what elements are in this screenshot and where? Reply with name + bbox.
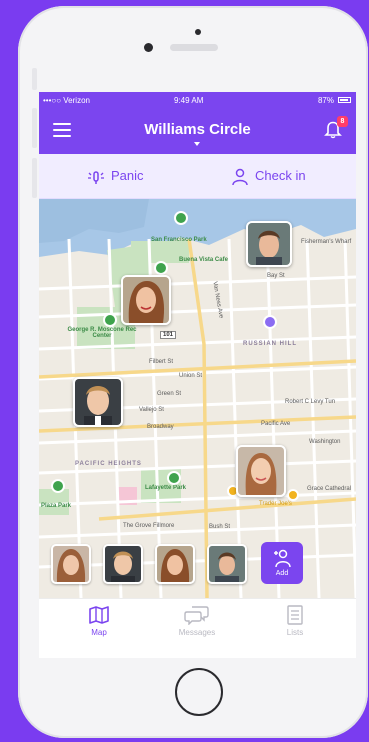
check-in-label: Check in bbox=[255, 168, 306, 183]
map-label-bay-st: Bay St bbox=[267, 273, 285, 279]
map-label-filbert-st: Filbert St bbox=[149, 359, 174, 365]
member-avatar-map[interactable] bbox=[236, 445, 286, 497]
carrier-signal: •••○○ Verizon bbox=[43, 96, 90, 105]
map-label-washington: Washington bbox=[309, 439, 341, 445]
panic-label: Panic bbox=[111, 168, 144, 183]
front-camera bbox=[144, 43, 153, 52]
map-view[interactable]: San Francisco Park Buena Vista Cafe Fish… bbox=[39, 199, 356, 598]
chat-bubbles-icon bbox=[184, 606, 209, 625]
park-pin-icon[interactable] bbox=[51, 479, 65, 493]
add-label: Add bbox=[275, 570, 289, 577]
member-avatar-map[interactable] bbox=[121, 275, 171, 325]
quick-actions-bar: Panic Check in bbox=[39, 154, 356, 199]
tab-map-label: Map bbox=[91, 628, 107, 637]
person-icon bbox=[232, 168, 248, 185]
shop-pin-icon[interactable] bbox=[287, 489, 299, 501]
map-label-robert-levy: Robert C Levy Tun bbox=[285, 399, 336, 405]
landmark-pin-icon[interactable] bbox=[263, 315, 277, 329]
panic-button[interactable]: Panic bbox=[87, 154, 144, 198]
earpiece-speaker bbox=[170, 44, 218, 51]
tab-messages[interactable]: Messages bbox=[157, 605, 237, 637]
volume-down-button bbox=[32, 158, 37, 198]
map-label-lafayette-park: Lafayette Park bbox=[145, 485, 187, 491]
member-avatar[interactable] bbox=[103, 544, 143, 584]
clock: 9:49 AM bbox=[174, 96, 204, 105]
map-label-fishermans-wharf: Fisherman's Wharf bbox=[301, 239, 352, 245]
app-screen: •••○○ Verizon 9:49 AM 87% Williams Circl… bbox=[39, 92, 356, 658]
tab-lists[interactable]: Lists bbox=[255, 605, 335, 637]
map-label-bush-st: Bush St bbox=[209, 524, 231, 530]
member-avatar[interactable] bbox=[155, 544, 195, 584]
map-label-vallejo-st: Vallejo St bbox=[139, 407, 164, 413]
proximity-sensor bbox=[195, 29, 201, 35]
map-label-pacific-heights: PACIFIC HEIGHTS bbox=[75, 461, 142, 467]
mute-switch bbox=[32, 68, 37, 90]
app-header: Williams Circle 8 bbox=[39, 108, 356, 154]
status-bar: •••○○ Verizon 9:49 AM 87% bbox=[39, 92, 356, 108]
map-label-broadway: Broadway bbox=[147, 424, 174, 430]
map-label-grace-cathedral: Grace Cathedral bbox=[307, 486, 352, 492]
list-icon bbox=[287, 605, 303, 625]
map-label-union-st: Union St bbox=[179, 373, 203, 379]
member-avatar[interactable] bbox=[51, 544, 91, 584]
check-in-button[interactable]: Check in bbox=[231, 154, 306, 198]
map-label-plaza-park: Plaza Park bbox=[41, 503, 72, 509]
park-pin-icon[interactable] bbox=[167, 471, 181, 485]
route-101-shield: 101 bbox=[160, 331, 177, 339]
tab-map[interactable]: Map bbox=[59, 605, 139, 637]
map-label-george-rec: George R. Moscone Rec Center bbox=[67, 327, 137, 339]
add-person-icon bbox=[274, 549, 291, 568]
map-label-pacific-ave: Pacific Ave bbox=[261, 421, 291, 427]
member-avatar[interactable] bbox=[207, 544, 247, 584]
circle-title[interactable]: Williams Circle bbox=[119, 121, 276, 138]
park-pin-icon[interactable] bbox=[154, 261, 168, 275]
members-strip: Add bbox=[39, 540, 356, 590]
tab-bar: Map Messages Lists bbox=[39, 598, 356, 658]
map-label-trader-joes: Trader Joe's bbox=[259, 501, 292, 507]
park-pin-icon[interactable] bbox=[174, 211, 188, 225]
add-member-button[interactable]: Add bbox=[261, 542, 303, 584]
notification-badge: 8 bbox=[337, 116, 348, 127]
map-icon bbox=[89, 606, 109, 624]
park-pin-icon[interactable] bbox=[103, 313, 117, 327]
battery-icon bbox=[338, 97, 351, 103]
map-label-sf-park: San Francisco Park bbox=[151, 237, 207, 243]
battery-percent: 87% bbox=[317, 96, 334, 105]
tab-lists-label: Lists bbox=[286, 628, 304, 637]
menu-icon[interactable] bbox=[53, 123, 71, 137]
chevron-down-icon[interactable] bbox=[194, 142, 200, 146]
map-label-grove-fillmore: The Grove Fillmore bbox=[123, 523, 175, 529]
map-label-green-st: Green St bbox=[157, 391, 182, 397]
volume-up-button bbox=[32, 108, 37, 148]
home-button[interactable] bbox=[175, 668, 223, 716]
member-avatar-map[interactable] bbox=[73, 377, 123, 427]
alarm-icon bbox=[88, 170, 104, 184]
tab-messages-label: Messages bbox=[178, 628, 216, 637]
map-label-russian-hill: RUSSIAN HILL bbox=[243, 341, 297, 347]
map-label-buena-vista: Buena Vista Cafe bbox=[179, 257, 228, 263]
member-avatar-map[interactable] bbox=[246, 221, 292, 267]
